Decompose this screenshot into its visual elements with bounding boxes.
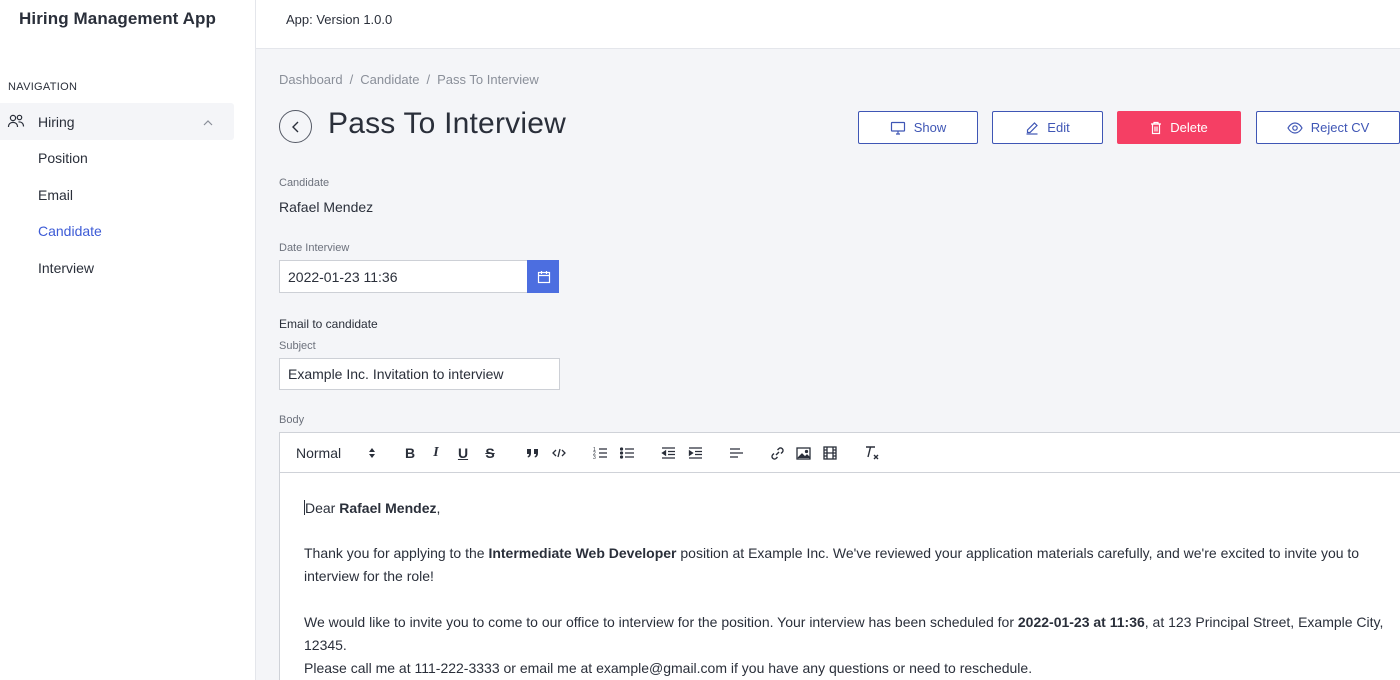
svg-text:3: 3	[593, 455, 596, 460]
users-icon	[7, 113, 25, 129]
reject-cv-button[interactable]: Reject CV	[1256, 111, 1400, 144]
subject-label: Subject	[279, 340, 316, 352]
subject-input[interactable]	[279, 358, 560, 390]
back-button[interactable]	[279, 110, 312, 143]
top-bar: App: Version 1.0.0	[256, 0, 1400, 49]
breadcrumb-candidate[interactable]: Candidate	[360, 72, 419, 87]
show-button-label: Show	[913, 120, 947, 135]
date-interview-input[interactable]	[279, 260, 528, 293]
edit-button[interactable]: Edit	[992, 111, 1103, 144]
sidebar-item-candidate[interactable]: Candidate	[38, 223, 102, 239]
clear-format-icon[interactable]	[863, 444, 881, 462]
breadcrumb-dashboard[interactable]: Dashboard	[279, 72, 343, 87]
date-interview-label: Date Interview	[279, 242, 350, 254]
page-title: Pass To Interview	[328, 107, 566, 140]
edit-button-label: Edit	[1047, 120, 1070, 135]
strikethrough-icon[interactable]: S	[481, 444, 499, 462]
sidebar-group-hiring[interactable]: Hiring	[0, 103, 234, 140]
app-title: Hiring Management App	[19, 9, 216, 28]
sidebar-item-position[interactable]: Position	[38, 150, 88, 166]
editor-body[interactable]: Dear Rafael Mendez, Thank you for applyi…	[279, 472, 1400, 680]
body-paragraph-1: Thank you for applying to the Intermedia…	[304, 545, 1360, 584]
bullet-list-icon[interactable]	[618, 444, 636, 462]
code-block-icon[interactable]	[550, 444, 568, 462]
sidebar-item-interview[interactable]: Interview	[38, 260, 94, 276]
blockquote-icon[interactable]	[524, 444, 542, 462]
sidebar-group-label: Hiring	[38, 114, 75, 130]
outdent-icon[interactable]	[659, 444, 677, 462]
candidate-label: Candidate	[279, 177, 330, 189]
bold-icon[interactable]: B	[401, 444, 419, 462]
email-section-title: Email to candidate	[279, 317, 378, 331]
indent-icon[interactable]	[686, 444, 704, 462]
reject-cv-button-label: Reject CV	[1310, 120, 1370, 135]
sidebar-item-email[interactable]: Email	[38, 187, 73, 203]
image-icon[interactable]	[794, 444, 812, 462]
pencil-icon	[1026, 121, 1039, 135]
eye-icon	[1287, 121, 1303, 134]
body-paragraph-2: We would like to invite you to come to o…	[304, 614, 1384, 653]
monitor-icon	[890, 121, 905, 135]
chevron-up-icon[interactable]	[202, 115, 214, 126]
underline-icon[interactable]: U	[454, 444, 472, 462]
chevron-left-icon	[292, 121, 299, 133]
candidate-value: Rafael Mendez	[279, 199, 374, 215]
editor-toolbar: Normal B I U S 123	[279, 432, 1400, 473]
align-icon[interactable]	[727, 444, 745, 462]
select-arrows-icon[interactable]	[368, 446, 376, 464]
app-version: App: Version 1.0.0	[286, 12, 393, 27]
delete-button-label: Delete	[1170, 120, 1208, 135]
breadcrumb: Dashboard / Candidate / Pass To Interview	[279, 72, 539, 87]
ordered-list-icon[interactable]: 123	[591, 444, 609, 462]
breadcrumb-current: Pass To Interview	[437, 72, 539, 87]
show-button[interactable]: Show	[858, 111, 978, 144]
italic-icon[interactable]: I	[427, 444, 445, 462]
body-greeting: Dear Rafael Mendez,	[304, 500, 441, 516]
trash-icon	[1151, 121, 1162, 134]
video-icon[interactable]	[821, 444, 839, 462]
body-label: Body	[279, 414, 305, 426]
sidebar: Hiring Management App NAVIGATION Hiring …	[0, 0, 256, 680]
body-paragraph-3: Please call me at 111-222-3333 or email …	[304, 660, 1033, 676]
link-icon[interactable]	[768, 444, 786, 462]
format-select[interactable]: Normal	[296, 445, 341, 461]
nav-heading: NAVIGATION	[8, 81, 78, 93]
calendar-icon	[537, 271, 551, 284]
calendar-button[interactable]	[527, 260, 559, 293]
delete-button[interactable]: Delete	[1117, 111, 1241, 144]
